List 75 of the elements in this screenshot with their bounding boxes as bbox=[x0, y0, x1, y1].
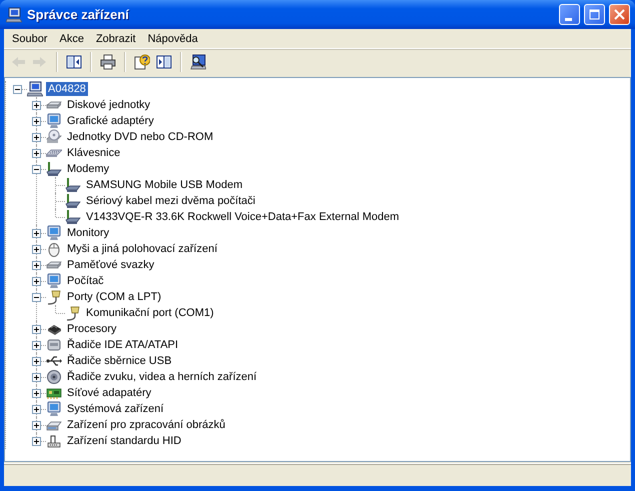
maximize-icon bbox=[589, 9, 600, 20]
tree-item[interactable]: Sériový kabel mezi dvěma počítači bbox=[84, 194, 258, 208]
mouse-icon bbox=[46, 241, 62, 257]
computer-icon bbox=[27, 81, 43, 97]
collapse-icon[interactable] bbox=[32, 293, 41, 302]
tree-item[interactable]: Počítač bbox=[65, 274, 106, 288]
expand-icon[interactable] bbox=[32, 245, 41, 254]
expand-icon[interactable] bbox=[32, 277, 41, 286]
expand-icon[interactable] bbox=[32, 357, 41, 366]
monitor-icon bbox=[46, 225, 62, 241]
expand-icon[interactable] bbox=[32, 133, 41, 142]
tree-item[interactable]: Porty (COM a LPT) bbox=[65, 290, 164, 304]
printer-icon[interactable] bbox=[100, 54, 116, 70]
computer-icon bbox=[6, 6, 22, 22]
tree-item[interactable]: SAMSUNG Mobile USB Modem bbox=[84, 178, 244, 192]
expand-icon[interactable] bbox=[32, 101, 41, 110]
modem-icon bbox=[65, 177, 81, 193]
controller-icon bbox=[46, 337, 62, 353]
tree-item[interactable]: Diskové jednotky bbox=[65, 98, 152, 112]
minimize-button[interactable] bbox=[559, 4, 580, 25]
help-icon[interactable] bbox=[134, 54, 150, 70]
expand-icon[interactable] bbox=[32, 341, 41, 350]
modem-icon bbox=[46, 161, 62, 177]
menu-item[interactable]: Zobrazit bbox=[90, 30, 142, 48]
serial-port-icon bbox=[46, 289, 62, 305]
expand-icon[interactable] bbox=[32, 325, 41, 334]
tree-item[interactable]: V1433VQE-R 33.6K Rockwell Voice+Data+Fax External Modem bbox=[84, 210, 402, 224]
tree-item[interactable]: Modemy bbox=[65, 162, 112, 176]
tree-item[interactable]: Klávesnice bbox=[65, 146, 122, 160]
tree-item[interactable]: Řadiče sběrnice USB bbox=[65, 354, 174, 368]
expand-icon[interactable] bbox=[32, 389, 41, 398]
expand-icon[interactable] bbox=[32, 261, 41, 270]
tree-item[interactable]: Komunikační port (COM1) bbox=[84, 306, 216, 320]
speaker-icon bbox=[46, 369, 62, 385]
menu-item[interactable]: Nápověda bbox=[142, 30, 204, 48]
expand-icon[interactable] bbox=[32, 229, 41, 238]
menu-item[interactable]: Soubor bbox=[6, 30, 54, 48]
tree-item[interactable]: Monitory bbox=[65, 226, 112, 240]
tree-item[interactable]: Řadiče zvuku, videa a herních zařízení bbox=[65, 370, 259, 384]
window-title: Správce zařízení bbox=[27, 6, 130, 24]
tree-item[interactable]: Grafické adaptéry bbox=[65, 114, 156, 128]
minimize-icon bbox=[564, 18, 572, 20]
tree-item[interactable]: Řadiče IDE ATA/ATAPI bbox=[65, 338, 180, 352]
tree-item[interactable]: Síťové adapatéry bbox=[65, 386, 154, 400]
tree-item[interactable]: A04828 bbox=[46, 82, 88, 96]
expand-icon[interactable] bbox=[32, 405, 41, 414]
expand-icon[interactable] bbox=[32, 437, 41, 446]
tree-item[interactable]: Zařízení pro zpracování obrázků bbox=[65, 418, 228, 432]
menu-item[interactable]: Akce bbox=[53, 30, 90, 48]
tree-item[interactable]: Jednotky DVD nebo CD-ROM bbox=[65, 130, 216, 144]
input-device-icon bbox=[46, 433, 62, 449]
close-icon bbox=[614, 9, 625, 20]
tree-item[interactable]: Zařízení standardu HID bbox=[65, 434, 184, 448]
expand-icon[interactable] bbox=[32, 373, 41, 382]
expand-icon[interactable] bbox=[32, 421, 41, 430]
tree-item[interactable]: Procesory bbox=[65, 322, 119, 336]
tree-item[interactable]: Paměťové svazky bbox=[65, 258, 156, 272]
modem-icon bbox=[65, 209, 81, 225]
tree-item[interactable]: Myši a jiná polohovací zařízení bbox=[65, 242, 220, 256]
pane-icon[interactable] bbox=[156, 54, 172, 70]
cd-drive-icon bbox=[46, 129, 62, 145]
pane-icon[interactable] bbox=[66, 54, 82, 70]
expand-icon[interactable] bbox=[32, 149, 41, 158]
monitor-icon bbox=[46, 401, 62, 417]
maximize-button[interactable] bbox=[584, 4, 605, 25]
expand-icon[interactable] bbox=[32, 117, 41, 126]
monitor-icon bbox=[46, 273, 62, 289]
collapse-icon[interactable] bbox=[32, 165, 41, 174]
monitor-icon bbox=[46, 113, 62, 129]
collapse-icon[interactable] bbox=[13, 85, 22, 94]
scan-hardware-icon[interactable] bbox=[190, 54, 206, 70]
modem-icon bbox=[65, 193, 81, 209]
close-button[interactable] bbox=[609, 4, 630, 25]
tree-item[interactable]: Systémová zařízení bbox=[65, 402, 166, 416]
serial-port-icon bbox=[65, 305, 81, 321]
